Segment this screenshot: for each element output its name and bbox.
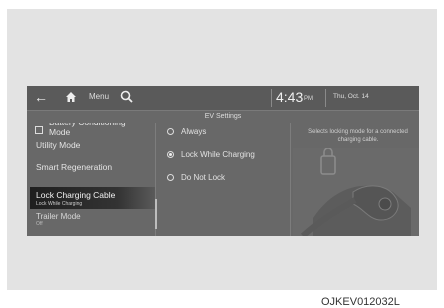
- divider: [271, 89, 272, 107]
- search-icon[interactable]: [120, 90, 133, 103]
- radio-selected-icon[interactable]: [167, 151, 174, 158]
- radio-icon[interactable]: [167, 128, 174, 135]
- home-icon[interactable]: [65, 91, 77, 103]
- menu-item-lock-charging-cable[interactable]: Lock Charging Cable Lock While Charging: [30, 187, 155, 209]
- menu-item-label: Lock Charging Cable: [36, 190, 116, 200]
- menu-button[interactable]: Menu: [89, 92, 109, 101]
- divider: [325, 89, 326, 107]
- option-lock-while-charging[interactable]: Lock While Charging: [167, 150, 255, 159]
- radio-icon[interactable]: [167, 174, 174, 181]
- option-do-not-lock[interactable]: Do Not Lock: [167, 173, 225, 182]
- figure-code: OJKEV012032L: [321, 296, 400, 308]
- option-label: Lock While Charging: [181, 150, 255, 159]
- option-description: Selects locking mode for a connected cha…: [308, 129, 408, 143]
- clock-time: 4:43: [276, 89, 304, 105]
- screen-title: EV Settings: [204, 113, 242, 120]
- menu-item-label: Smart Regeneration: [36, 162, 113, 172]
- menu-item-trailer-mode[interactable]: Trailer Mode: [36, 212, 81, 221]
- menu-item-battery-conditioning[interactable]: Battery Conditioning Mode: [35, 123, 149, 137]
- option-label: Do Not Lock: [181, 173, 226, 182]
- infotainment-screen: ← Menu 4:43 PM Thu, Oct. 14 EV Settings …: [27, 86, 419, 236]
- menu-item-smart-regeneration[interactable]: Smart Regeneration: [36, 162, 112, 172]
- divider: [290, 123, 291, 236]
- back-arrow-icon[interactable]: ←: [34, 89, 48, 105]
- clock-ampm: PM: [304, 96, 313, 102]
- charging-cable-illustration: [293, 148, 419, 236]
- scrollbar[interactable]: [155, 199, 157, 229]
- menu-item-label: Battery Conditioning Mode: [49, 123, 126, 137]
- date-display: Thu, Oct. 14: [333, 93, 369, 100]
- menu-item-sublabel: Lock While Charging: [36, 201, 83, 207]
- checkbox-icon[interactable]: [35, 126, 43, 134]
- menu-item-utility-mode[interactable]: Utility Mode: [36, 140, 80, 150]
- menu-item-label: Utility Mode: [36, 140, 81, 150]
- menu-item-sublabel: Off: [36, 221, 43, 227]
- option-always[interactable]: Always: [167, 127, 206, 136]
- top-bar: ← Menu 4:43 PM Thu, Oct. 14: [27, 86, 419, 111]
